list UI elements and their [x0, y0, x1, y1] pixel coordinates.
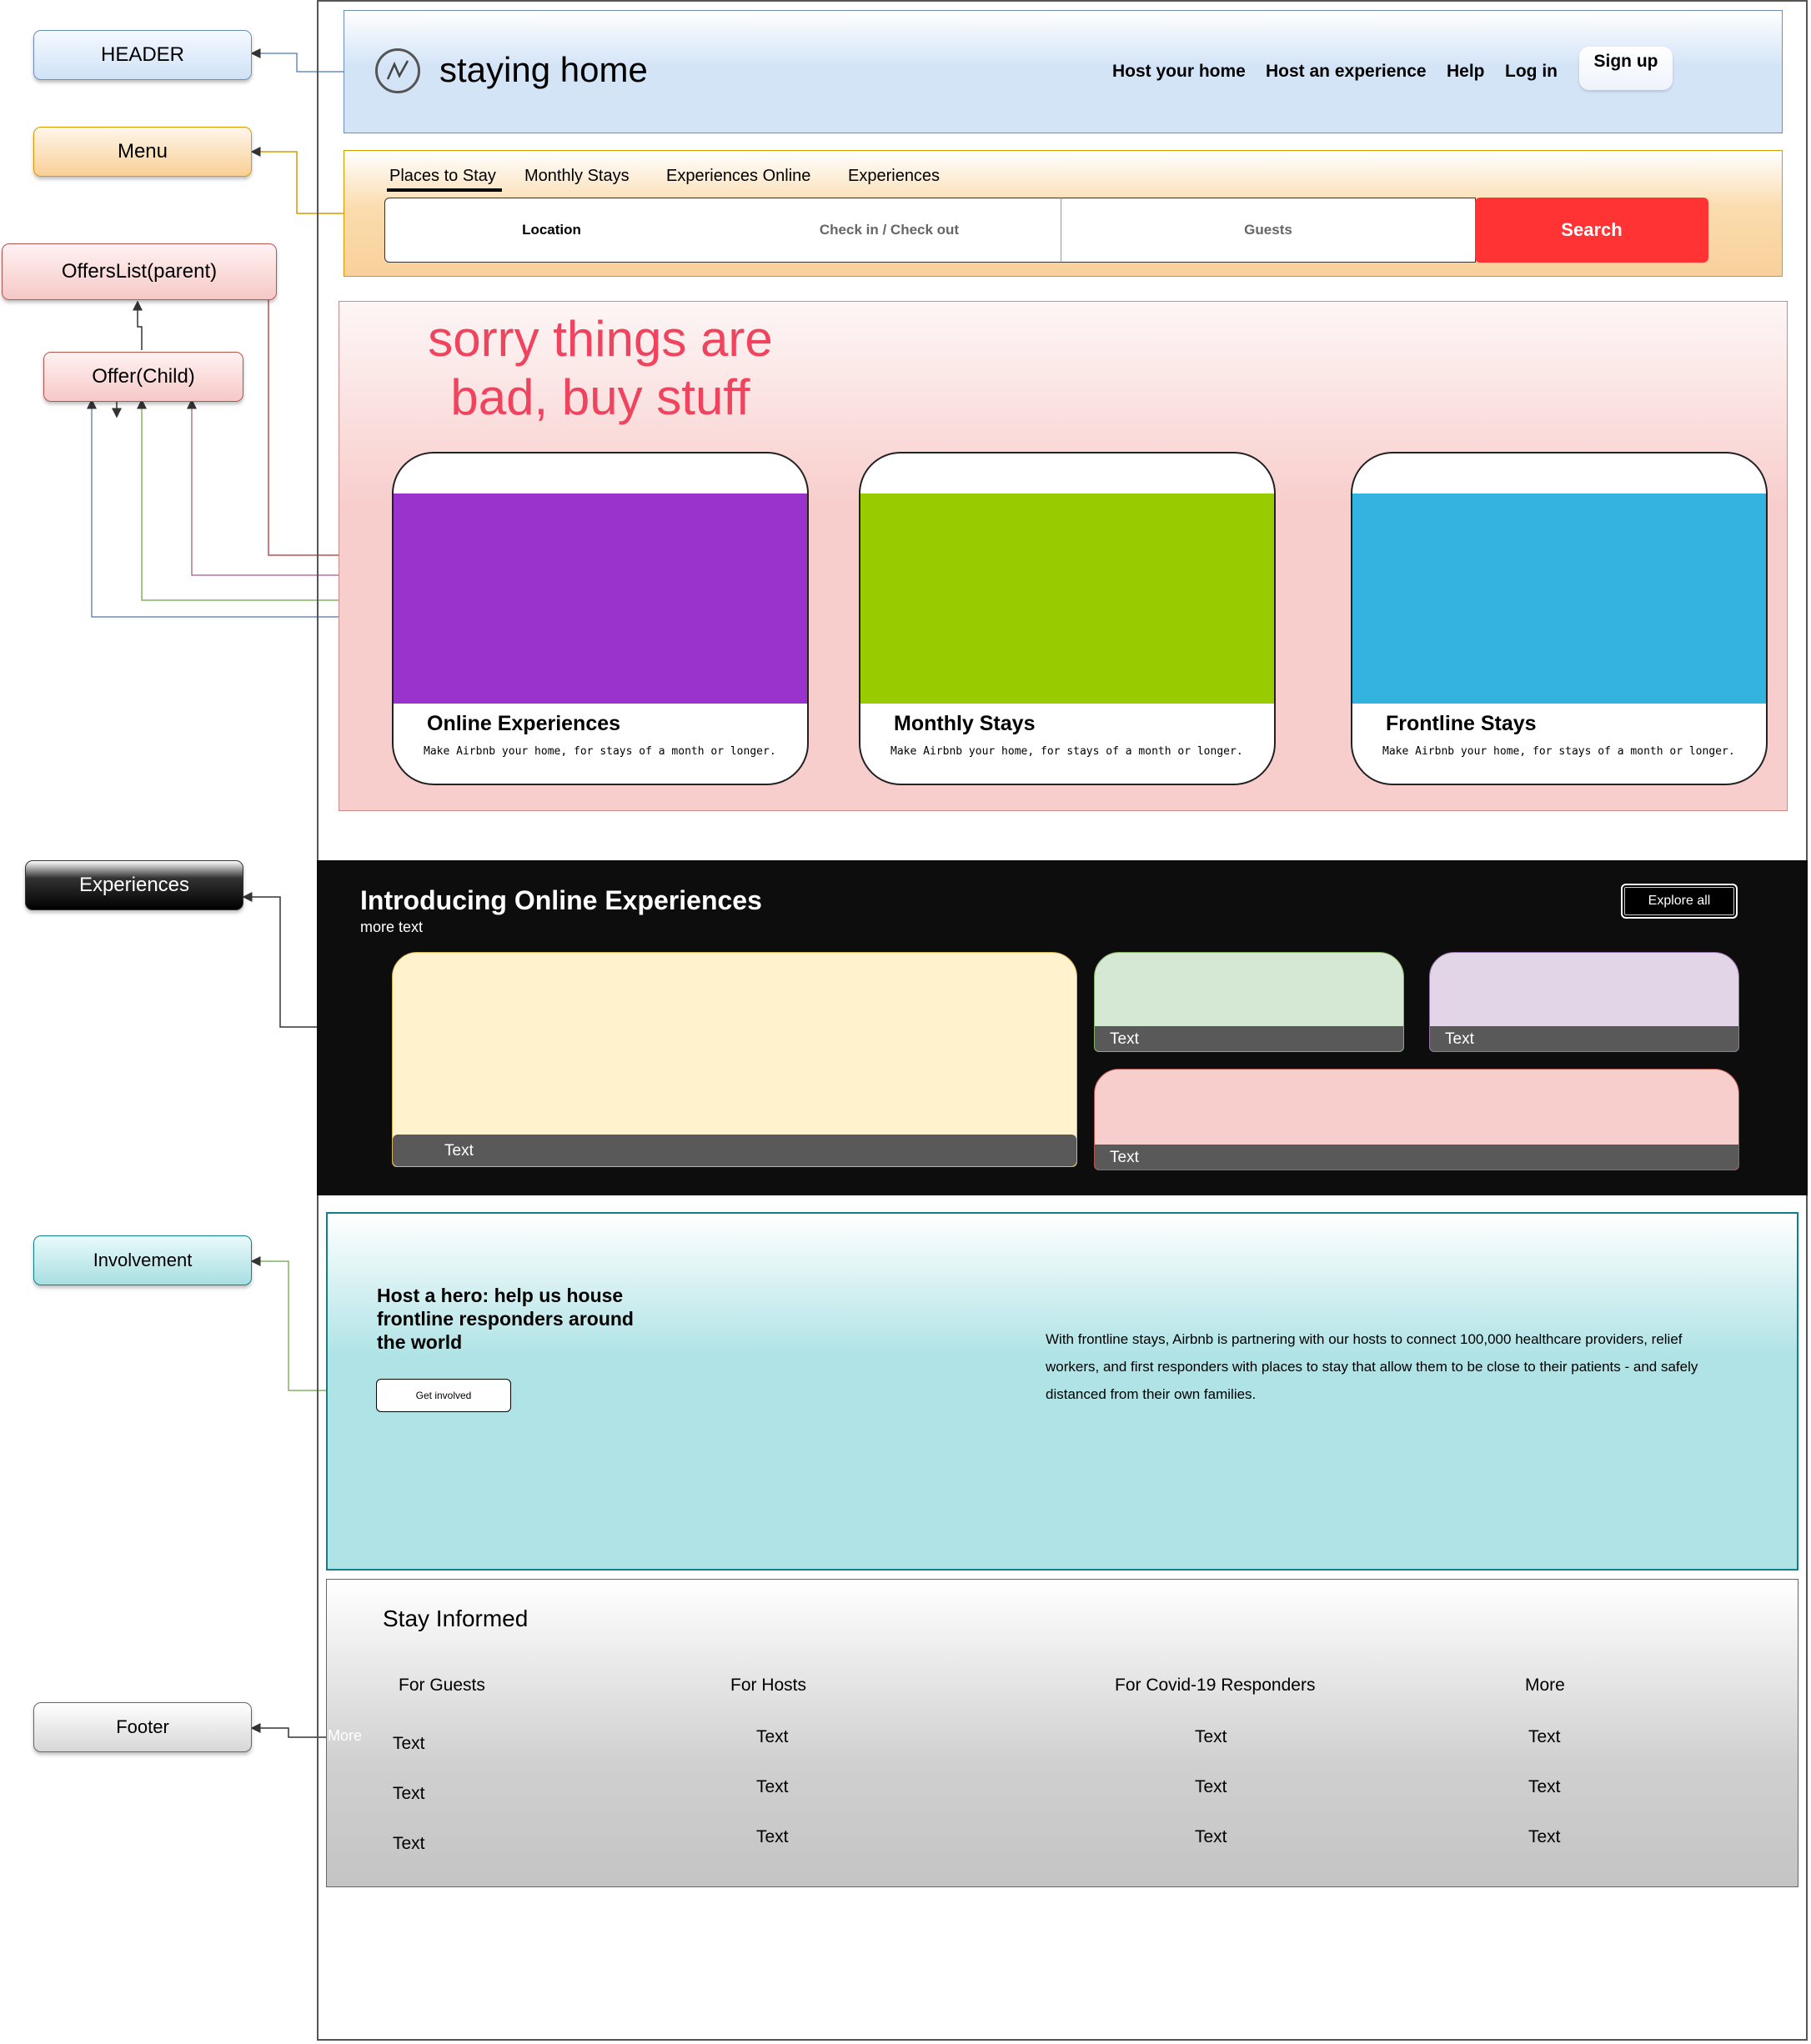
offer-description: Make Airbnb your home, for stays of a mo…	[890, 745, 1243, 758]
offer-title: Online Experiences	[427, 712, 621, 735]
nav-help[interactable]: Help	[1447, 62, 1485, 82]
nav-host-experience[interactable]: Host an experience	[1266, 62, 1427, 82]
offerslist-parent-label: OffersList(parent)	[2, 243, 277, 300]
offer-description: Make Airbnb your home, for stays of a mo…	[424, 745, 776, 758]
offers-headline: sorry things are bad, buy stuff	[428, 311, 773, 425]
involvement-text: With frontline stays, Airbnb is partneri…	[1046, 1331, 1698, 1402]
tile-label: Text	[1095, 1145, 1738, 1170]
footer-column-heading: For Guests	[399, 1676, 485, 1695]
footer-link[interactable]: Text	[1195, 1827, 1227, 1847]
footer-column-heading: For Covid-19 Responders	[1115, 1676, 1316, 1695]
nav-login[interactable]: Log in	[1505, 62, 1558, 82]
active-tab-underline	[387, 188, 502, 192]
footer-link[interactable]: Text	[393, 1784, 425, 1804]
footer-link[interactable]: Text	[1195, 1727, 1227, 1747]
footer-link[interactable]: Text	[756, 1727, 789, 1747]
dates-field[interactable]: Check in / Check out	[718, 198, 1061, 263]
tile-label: Text	[393, 1135, 1076, 1166]
offer-title: Monthly Stays	[894, 712, 1036, 735]
offer-child-label: Offer(Child)	[43, 352, 243, 402]
footer-label: Footer	[33, 1702, 252, 1752]
footer-link[interactable]: Text	[756, 1827, 789, 1847]
menu-label: Menu	[33, 127, 252, 177]
experiences-label: Experiences	[25, 860, 243, 910]
location-field[interactable]: Location	[384, 198, 719, 263]
tab-experiences[interactable]: Experiences	[848, 167, 940, 186]
experience-tile-large[interactable]: Text	[392, 952, 1077, 1167]
offer-title: Frontline Stays	[1386, 712, 1537, 735]
offer-image	[1352, 493, 1766, 704]
signup-button[interactable]: Sign up	[1579, 47, 1673, 90]
footer-link[interactable]: Text	[756, 1777, 789, 1797]
involvement-label: Involvement	[33, 1235, 252, 1285]
offer-image	[394, 493, 807, 704]
footer-link[interactable]: Text	[1528, 1777, 1561, 1797]
offer-card[interactable]: Monthly Stays Make Airbnb your home, for…	[859, 452, 1276, 785]
offer-card[interactable]: Online Experiences Make Airbnb your home…	[392, 452, 809, 785]
offer-card[interactable]: Frontline Stays Make Airbnb your home, f…	[1351, 452, 1768, 785]
logo-icon[interactable]	[375, 48, 420, 93]
footer-column-heading: For Hosts	[730, 1676, 807, 1695]
involvement-connector	[250, 1256, 326, 1391]
guests-field[interactable]: Guests	[1061, 198, 1476, 263]
brand-name[interactable]: staying home	[439, 50, 648, 90]
experience-tile[interactable]: Text	[1094, 952, 1404, 1052]
nav-host-home[interactable]: Host your home	[1112, 62, 1246, 82]
footer-connector	[250, 1723, 326, 1738]
involvement-title: Host a hero: help us house frontline res…	[377, 1285, 634, 1353]
experience-tile-wide[interactable]: Text	[1094, 1069, 1739, 1170]
experience-tile[interactable]: Text	[1429, 952, 1739, 1052]
experiences-title: Introducing Online Experiences	[360, 885, 762, 915]
search-button[interactable]: Search	[1475, 198, 1708, 263]
footer-column-heading: More	[1525, 1676, 1565, 1695]
footer-link[interactable]: Text	[393, 1834, 425, 1854]
footer-more-overlay: More	[328, 1727, 363, 1744]
experiences-connector	[242, 892, 317, 1028]
child-to-parent-connector	[133, 300, 143, 350]
offer-description: Make Airbnb your home, for stays of a mo…	[1382, 745, 1735, 758]
tile-label: Text	[1430, 1026, 1738, 1051]
tile-label: Text	[1095, 1026, 1403, 1051]
tab-places-to-stay[interactable]: Places to Stay	[389, 167, 496, 186]
get-involved-button[interactable]: Get involved	[376, 1379, 511, 1412]
footer-link[interactable]: Text	[1528, 1827, 1561, 1847]
tab-experiences-online[interactable]: Experiences Online	[666, 167, 810, 186]
offer-image	[860, 493, 1274, 704]
footer-link[interactable]: Text	[1528, 1727, 1561, 1747]
explore-all-button[interactable]: Explore all	[1621, 884, 1738, 919]
footer-link[interactable]: Text	[1195, 1777, 1227, 1797]
footer-title: Stay Informed	[383, 1606, 529, 1631]
footer	[326, 1579, 1798, 1887]
header-label: HEADER	[33, 30, 252, 80]
footer-link[interactable]: Text	[393, 1734, 425, 1754]
experiences-subtitle: more text	[360, 919, 424, 935]
tab-monthly-stays[interactable]: Monthly Stays	[524, 167, 630, 186]
